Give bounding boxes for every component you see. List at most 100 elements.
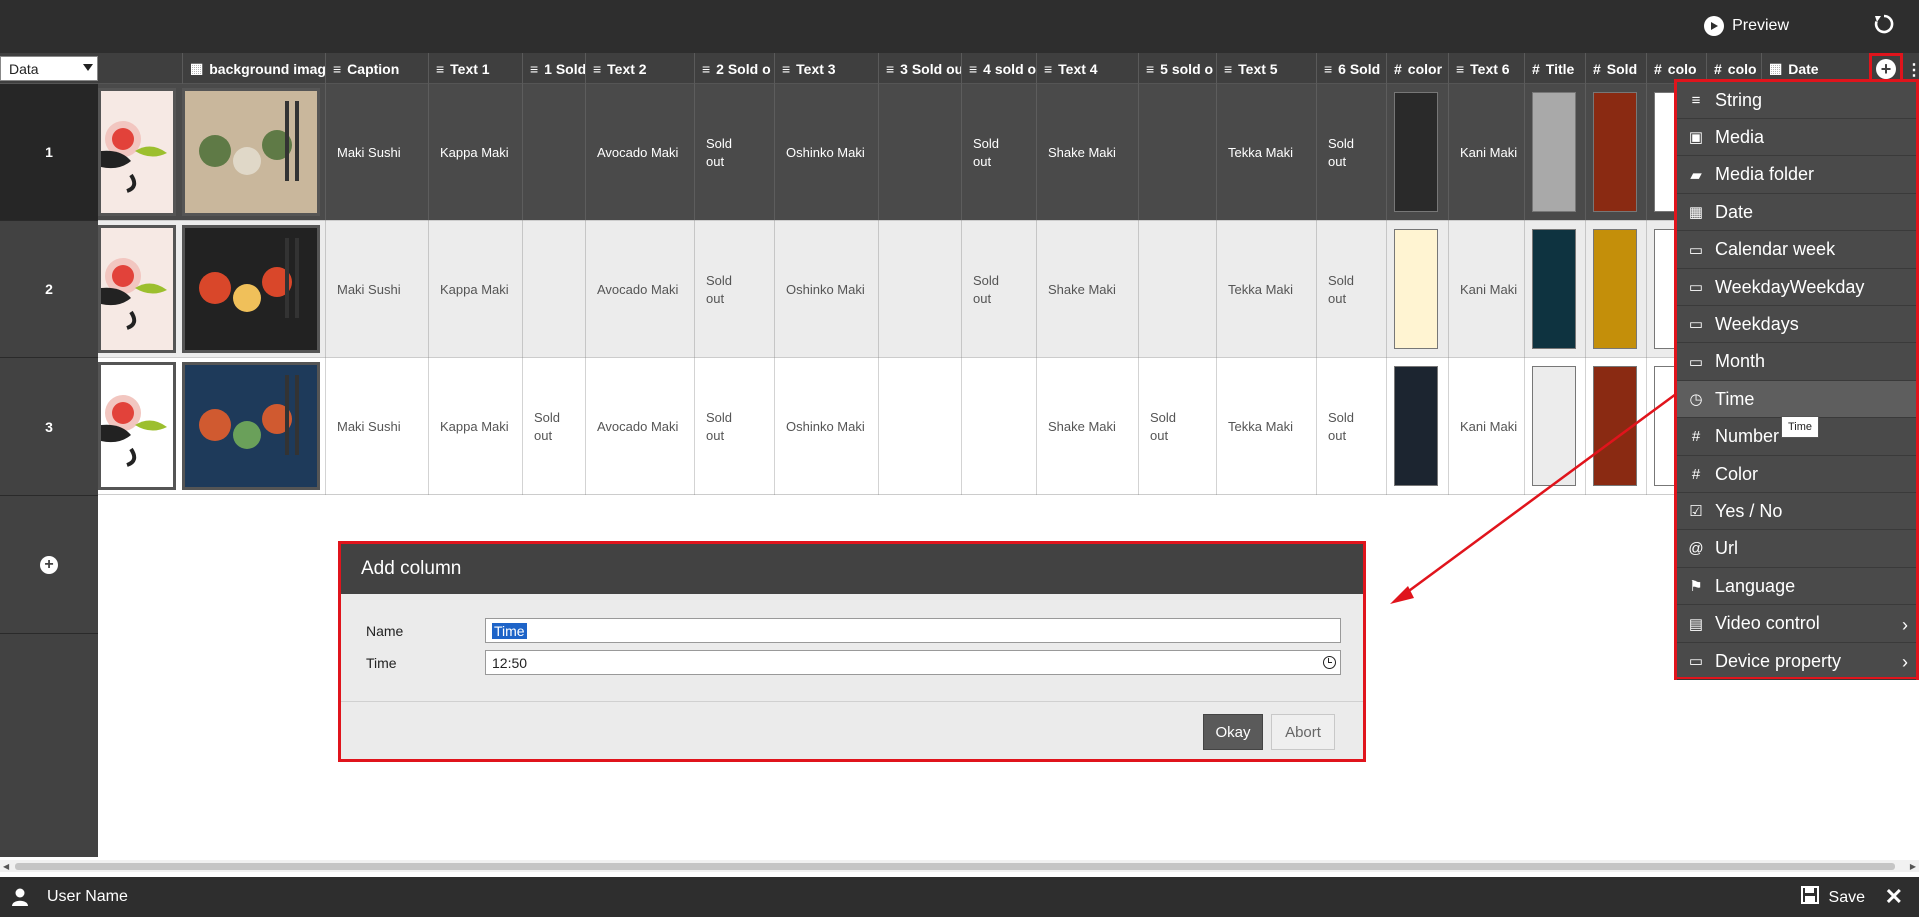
column-header[interactable]: ≡ Text 5 [1216,53,1316,84]
menu-item-device-property[interactable]: ▭ Device property › [1677,643,1916,680]
table-cell[interactable]: Avocado Maki [585,358,694,495]
table-cell[interactable]: Avocado Maki [585,84,694,221]
okay-button[interactable]: Okay [1203,714,1263,750]
name-field[interactable]: Time [485,618,1341,643]
color-swatch[interactable] [1394,229,1438,349]
logo-thumbnail[interactable] [98,225,176,353]
table-cell[interactable]: Sold out [694,84,774,221]
horizontal-scrollbar[interactable]: ◀ ▶ [0,860,1919,872]
menu-item-time[interactable]: ◷ Time [1677,381,1916,419]
table-cell[interactable]: Sold out [1316,358,1386,495]
view-select[interactable]: Data [0,56,98,81]
logo-thumbnail[interactable] [98,88,176,216]
clock-icon[interactable] [1323,656,1336,669]
column-header[interactable]: ≡ Text 4 [1036,53,1138,84]
menu-item-calendar-week[interactable]: ▭ Calendar week [1677,232,1916,269]
table-cell[interactable]: Avocado Maki [585,221,694,358]
column-header[interactable]: ≡ Text 6 [1448,53,1524,84]
scrollbar-thumb[interactable] [15,863,1895,870]
table-cell[interactable] [878,221,961,358]
menu-item-media-folder[interactable]: ▰ Media folder [1677,157,1916,194]
column-header[interactable]: ≡ Text 2 [585,53,694,84]
table-cell[interactable]: Tekka Maki [1216,221,1316,358]
table-cell[interactable]: Sold out [1316,84,1386,221]
menu-item-weekdayweekday[interactable]: ▭ WeekdayWeekday [1677,269,1916,306]
scroll-left-icon[interactable]: ◀ [3,862,9,871]
column-header[interactable]: ≡ Caption [325,53,428,84]
column-header[interactable]: ≡ 2 Sold o [694,53,774,84]
menu-item-color[interactable]: # Color [1677,456,1916,493]
menu-item-language[interactable]: ⚑ Language [1677,568,1916,606]
row-number[interactable]: 1 [0,84,98,221]
menu-item-date[interactable]: ▦ Date [1677,194,1916,232]
table-cell[interactable] [1138,221,1216,358]
table-cell[interactable]: Sold out [522,358,585,495]
abort-button[interactable]: Abort [1271,714,1335,750]
column-header[interactable]: ≡ Text 3 [774,53,878,84]
sold-color-swatch[interactable] [1593,229,1637,349]
background-image-thumbnail[interactable] [182,362,320,490]
menu-item-video-control[interactable]: ▤ Video control › [1677,606,1916,643]
sold-color-swatch[interactable] [1593,92,1637,212]
table-cell[interactable]: Oshinko Maki [774,221,878,358]
table-cell[interactable]: Kani Maki [1448,221,1524,358]
table-cell[interactable]: Maki Sushi [325,84,428,221]
table-cell[interactable]: Kappa Maki [428,358,522,495]
table-cell[interactable] [878,84,961,221]
table-cell[interactable]: Kappa Maki [428,84,522,221]
table-cell[interactable]: Shake Maki [1036,84,1138,221]
column-header[interactable]: ≡ 5 sold o [1138,53,1216,84]
reset-icon[interactable] [1871,13,1897,39]
logo-thumbnail[interactable] [98,362,176,490]
add-row-button[interactable]: + [0,496,98,634]
column-header[interactable]: ≡ 3 Sold ou [878,53,961,84]
table-cell[interactable]: Sold out [1138,358,1216,495]
close-icon[interactable]: ✕ [1885,884,1903,910]
table-cell[interactable] [878,358,961,495]
menu-item-url[interactable]: @ Url [1677,531,1916,568]
save-button[interactable]: Save [1800,886,1865,909]
column-header[interactable]: # Sold [1585,53,1646,84]
table-cell[interactable] [961,358,1036,495]
table-cell[interactable]: Tekka Maki [1216,358,1316,495]
background-image-thumbnail[interactable] [182,225,320,353]
menu-item-string[interactable]: ≡ String [1677,82,1916,119]
table-cell[interactable]: Kappa Maki [428,221,522,358]
menu-item-month[interactable]: ▭ Month [1677,344,1916,381]
table-cell[interactable]: Maki Sushi [325,358,428,495]
table-cell[interactable]: Shake Maki [1036,358,1138,495]
row-number[interactable]: 3 [0,358,98,496]
title-color-swatch[interactable] [1532,92,1576,212]
table-cell[interactable]: Sold out [961,84,1036,221]
table-cell[interactable]: Oshinko Maki [774,84,878,221]
row-number[interactable]: 2 [0,221,98,358]
background-image-thumbnail[interactable] [182,88,320,216]
user-name[interactable]: User Name [47,888,128,906]
table-cell[interactable]: Tekka Maki [1216,84,1316,221]
table-cell[interactable] [1138,84,1216,221]
more-vertical-icon[interactable]: ⋮ [1906,60,1919,79]
scroll-right-icon[interactable]: ▶ [1910,862,1916,871]
table-cell[interactable]: Maki Sushi [325,221,428,358]
table-cell[interactable]: Oshinko Maki [774,358,878,495]
table-cell[interactable]: Sold out [694,358,774,495]
table-cell[interactable]: Sold out [961,221,1036,358]
table-cell[interactable]: Kani Maki [1448,84,1524,221]
column-header[interactable]: ≡ 1 Sold [522,53,585,84]
table-cell[interactable]: Shake Maki [1036,221,1138,358]
table-cell[interactable] [522,84,585,221]
time-field[interactable]: 12:50 [485,650,1341,675]
table-cell[interactable]: Sold out [1316,221,1386,358]
menu-item-weekdays[interactable]: ▭ Weekdays [1677,306,1916,344]
column-header[interactable]: ≡ 4 sold o [961,53,1036,84]
column-header[interactable]: ▦ background image [182,53,325,84]
column-header[interactable]: ≡ 6 Sold [1316,53,1386,84]
column-header[interactable]: ≡ Text 1 [428,53,522,84]
table-cell[interactable]: Sold out [694,221,774,358]
column-header[interactable]: # color [1386,53,1448,84]
preview-button[interactable]: Preview [1704,15,1789,37]
title-color-swatch[interactable] [1532,229,1576,349]
column-header[interactable]: # Title [1524,53,1585,84]
menu-item-yes-no[interactable]: ☑ Yes / No [1677,493,1916,531]
menu-item-media[interactable]: ▣ Media [1677,119,1916,157]
